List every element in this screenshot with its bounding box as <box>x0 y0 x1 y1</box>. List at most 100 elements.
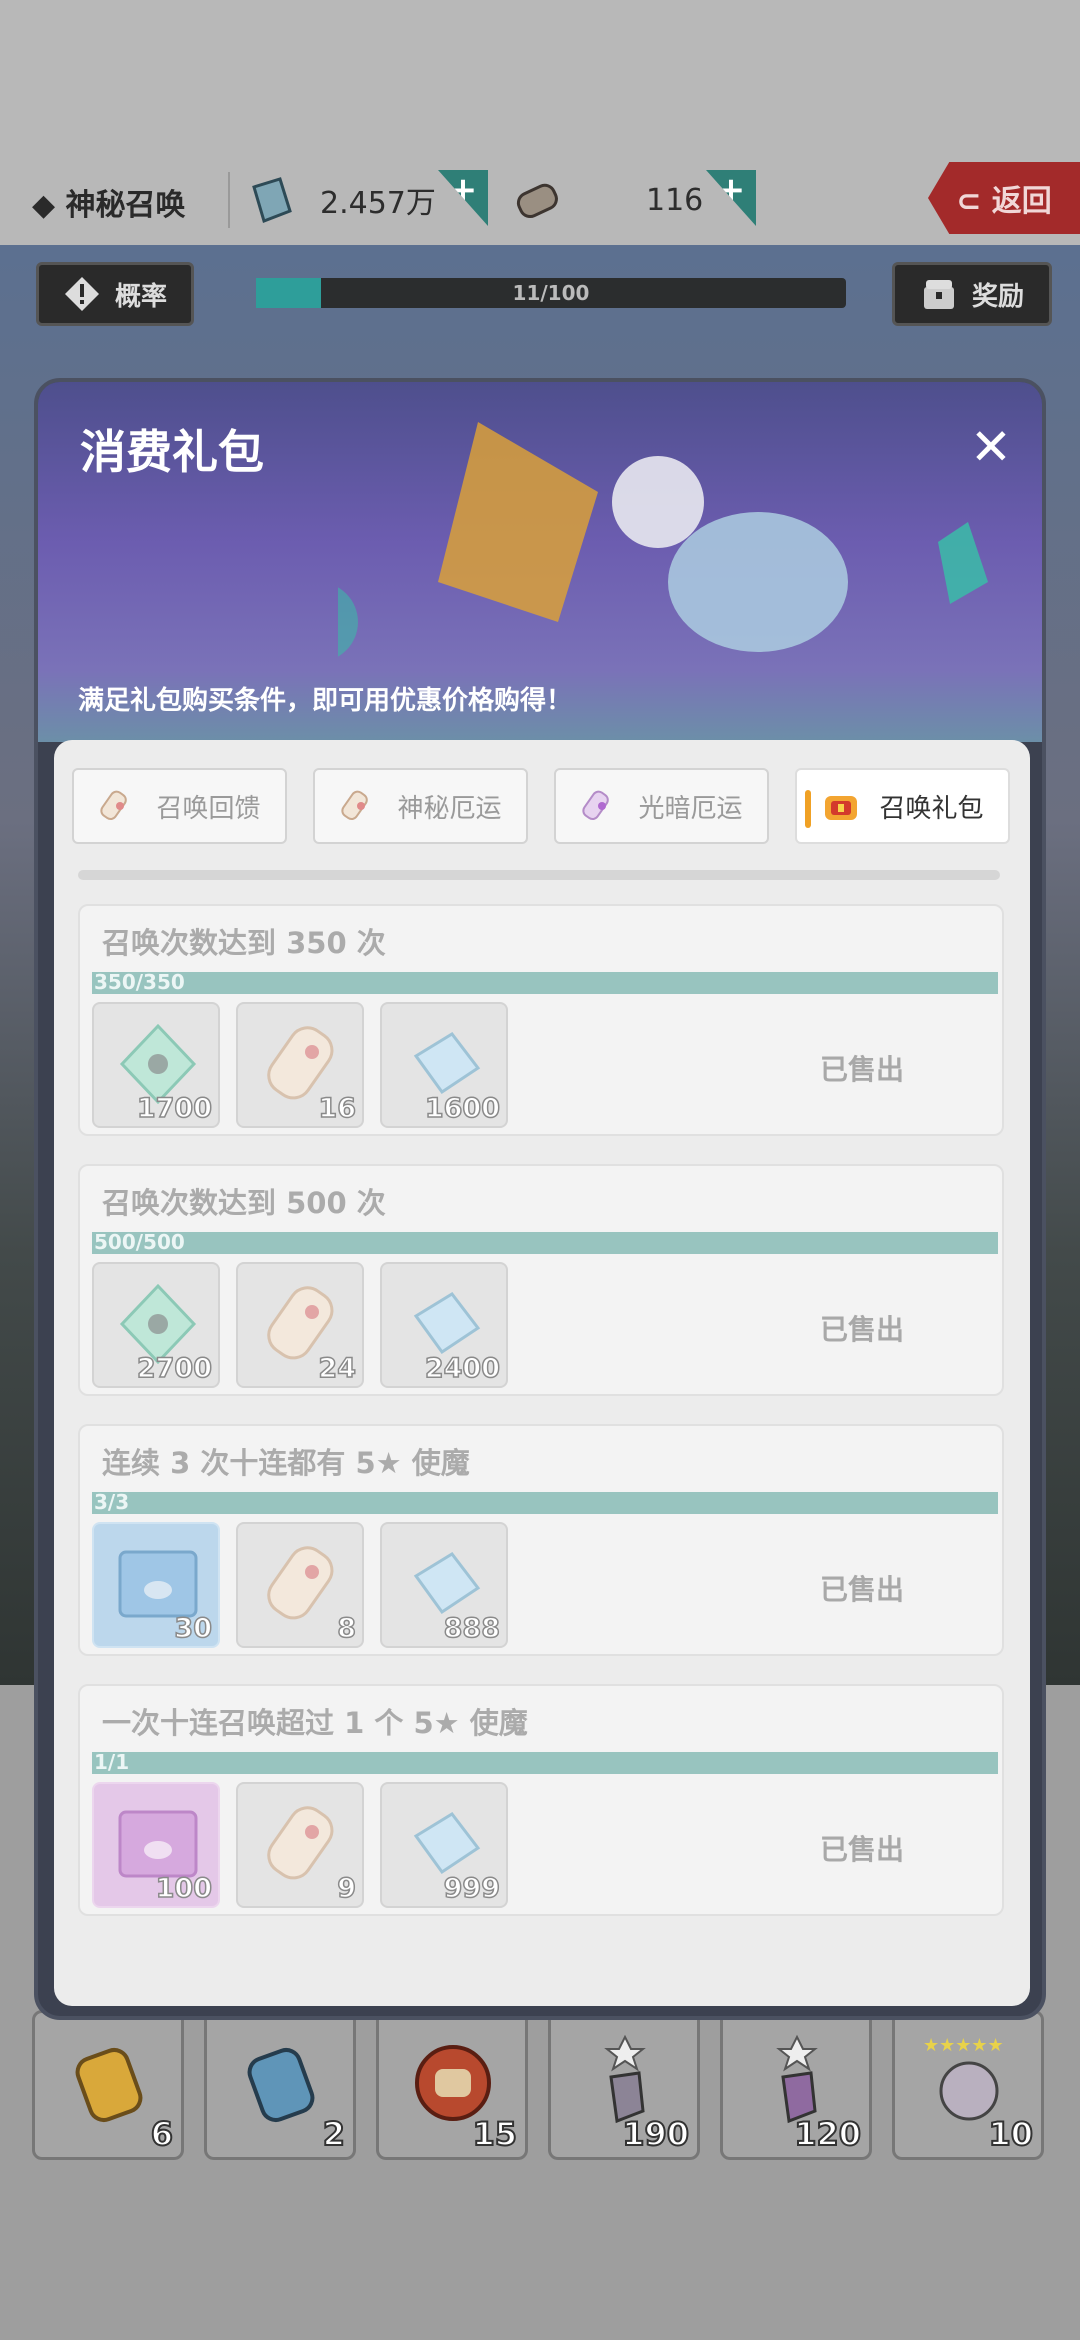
tab-scrollbar[interactable] <box>78 870 1000 880</box>
item-count: 120 <box>793 2114 862 2154</box>
pack-progress-text: 500/500 <box>94 1230 185 1254</box>
purple-scroll-icon <box>582 790 610 821</box>
pack-progress-text: 350/350 <box>94 970 185 994</box>
pack-progress-bar: 3/3 <box>92 1490 998 1514</box>
bottom-item-five-star-ticket[interactable]: ★★★★★ 10 <box>892 2010 1044 2160</box>
reward-item[interactable]: 2700 <box>92 1262 220 1388</box>
scroll-icon <box>341 790 369 821</box>
pack-card: 召唤次数达到 500 次 500/500 2700 24 2400 已售出 <box>78 1164 1004 1396</box>
pack-progress-fill <box>92 1752 998 1774</box>
pack-progress-fill <box>92 1232 998 1254</box>
modal-content: 召唤回馈 神秘厄运 光暗厄运 召唤礼包 召唤次数达到 350 次 350/350… <box>54 740 1030 2006</box>
pack-card: 召唤次数达到 350 次 350/350 1700 16 1600 已售出 <box>78 904 1004 1136</box>
pack-card: 连续 3 次十连都有 5★ 使魔 3/3 30 8 888 已售出 <box>78 1424 1004 1656</box>
chest-icon <box>923 280 954 309</box>
rate-button[interactable]: 概率 <box>36 262 194 326</box>
item-count: 8 <box>336 1612 356 1645</box>
bottom-item-golden-scroll[interactable]: 6 <box>32 2010 184 2160</box>
rate-label: 概率 <box>114 281 167 312</box>
reward-item[interactable]: 888 <box>380 1522 508 1648</box>
modal-header: 消费礼包 ✕ 满足礼包购买条件，即可用优惠价格购得！ <box>38 382 1042 742</box>
scroll-icon <box>100 790 128 821</box>
scroll-icon <box>516 183 558 219</box>
item-count: 9 <box>336 1872 356 1905</box>
item-count: 10 <box>987 2114 1034 2154</box>
pack-title: 召唤次数达到 500 次 <box>102 1186 386 1220</box>
reward-item[interactable]: 2400 <box>380 1262 508 1388</box>
pack-progress-bar: 500/500 <box>92 1230 998 1254</box>
sold-out-label: 已售出 <box>820 1833 905 1866</box>
pack-items: 100 9 999 <box>92 1782 508 1908</box>
bottom-item-star-crystal[interactable]: 190 <box>548 2010 700 2160</box>
tab-mystic-misfortune[interactable]: 神秘厄运 <box>313 768 528 844</box>
tab-label: 召唤回馈 <box>156 793 261 824</box>
pack-progress-fill <box>92 1492 998 1514</box>
item-count: 1600 <box>424 1092 501 1125</box>
pack-tabs: 召唤回馈 神秘厄运 光暗厄运 召唤礼包 <box>72 768 1012 844</box>
scroll-currency: 116 <box>510 172 703 228</box>
pack-progress-text: 1/1 <box>94 1750 130 1774</box>
reward-item[interactable]: 30 <box>92 1522 220 1648</box>
item-count: 6 <box>150 2114 174 2154</box>
summon-progress-text: 11/100 <box>512 281 590 305</box>
golden-scroll-icon <box>75 2047 143 2123</box>
item-count: 2 <box>322 2114 346 2154</box>
warning-icon <box>64 277 99 311</box>
reward-item[interactable]: 16 <box>236 1002 364 1128</box>
tab-summon-pack[interactable]: 召唤礼包 <box>795 768 1010 844</box>
pack-items: 30 8 888 <box>92 1522 508 1648</box>
back-button[interactable]: ⊂ 返回 <box>928 162 1080 234</box>
item-count: 888 <box>443 1612 501 1645</box>
sold-out-label: 已售出 <box>820 1573 905 1606</box>
tab-light-dark-misfortune[interactable]: 光暗厄运 <box>554 768 769 844</box>
scroll-icon <box>267 1546 334 1620</box>
pack-card: 一次十连召唤超过 1 个 5★ 使魔 1/1 100 9 999 已售出 <box>78 1684 1004 1916</box>
blue-gem-icon <box>252 177 292 223</box>
reward-label: 奖励 <box>971 281 1024 312</box>
pack-progress-fill <box>92 972 998 994</box>
page-title: ◆ 神秘召唤 <box>32 188 186 223</box>
pack-items: 2700 24 2400 <box>92 1262 508 1388</box>
crystal-currency: 2.457万 <box>244 172 436 228</box>
reward-button[interactable]: 奖励 <box>892 262 1052 326</box>
summon-progress-bar: 11/100 <box>256 278 846 308</box>
sold-out-label: 已售出 <box>820 1053 905 1086</box>
item-count: 190 <box>621 2114 690 2154</box>
reward-item[interactable]: 100 <box>92 1782 220 1908</box>
item-count: 15 <box>471 2114 518 2154</box>
pack-title: 连续 3 次十连都有 5★ 使魔 <box>102 1446 470 1480</box>
reward-item[interactable]: 9 <box>236 1782 364 1908</box>
pack-progress-bar: 1/1 <box>92 1750 998 1774</box>
item-count: 2700 <box>136 1352 213 1385</box>
reward-item[interactable]: 8 <box>236 1522 364 1648</box>
reward-item[interactable]: 999 <box>380 1782 508 1908</box>
bottom-item-purple-crystal[interactable]: 120 <box>720 2010 872 2160</box>
bottom-item-red-scroll[interactable]: 15 <box>376 2010 528 2160</box>
blue-scroll-icon <box>247 2047 315 2123</box>
sold-out-label: 已售出 <box>820 1313 905 1346</box>
scroll-amount: 116 <box>646 182 704 218</box>
tab-label: 光暗厄运 <box>638 793 743 824</box>
reward-item[interactable]: 24 <box>236 1262 364 1388</box>
bottom-item-blue-scroll[interactable]: 2 <box>204 2010 356 2160</box>
pack-title: 一次十连召唤超过 1 个 5★ 使魔 <box>102 1706 528 1740</box>
tab-summon-feedback[interactable]: 召唤回馈 <box>72 768 287 844</box>
tab-label: 召唤礼包 <box>879 793 984 824</box>
item-count: 100 <box>155 1872 213 1905</box>
gift-pack-icon <box>825 796 858 820</box>
item-count: 1700 <box>136 1092 213 1125</box>
consumption-pack-modal: 消费礼包 ✕ 满足礼包购买条件，即可用优惠价格购得！ 召唤回馈 神秘厄运 光暗厄… <box>34 378 1046 2020</box>
item-count: 30 <box>174 1612 213 1645</box>
reward-item[interactable]: 1700 <box>92 1002 220 1128</box>
modal-title: 消费礼包 <box>80 425 264 479</box>
pack-items: 1700 16 1600 <box>92 1002 508 1128</box>
close-button[interactable]: ✕ <box>968 422 1014 472</box>
svg-text:★★★★★: ★★★★★ <box>923 2035 1004 2056</box>
divider <box>228 172 230 228</box>
item-count: 16 <box>318 1092 357 1125</box>
tab-label: 神秘厄运 <box>397 793 502 824</box>
summon-item-bar: 6 2 15 190 120 ★★★★★ 10 <box>32 2010 1048 2160</box>
reward-item[interactable]: 1600 <box>380 1002 508 1128</box>
item-count: 2400 <box>424 1352 501 1385</box>
scroll-icon <box>267 1806 334 1880</box>
